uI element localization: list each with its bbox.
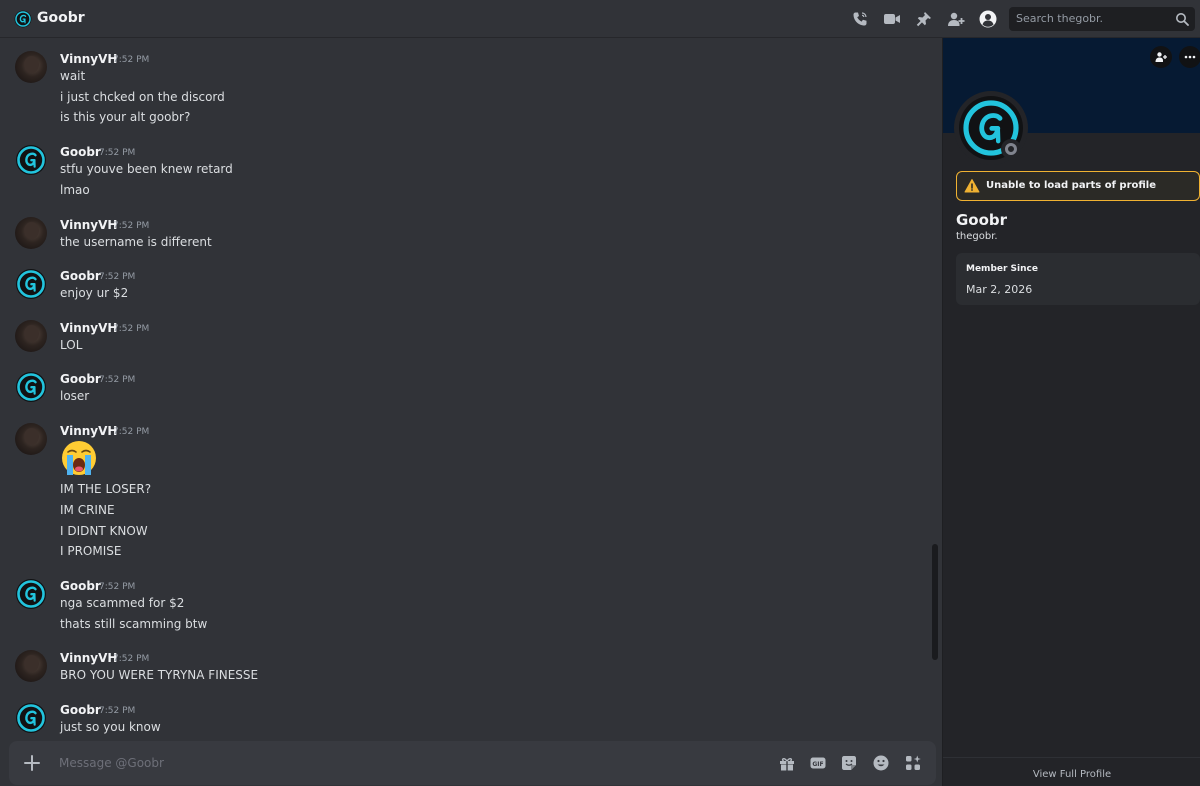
more-options-icon[interactable] [1179,46,1200,68]
warning-text: Unable to load parts of profile [986,180,1156,191]
message-timestamp: 7:52 PM [99,375,136,385]
message-text: stfu youve been knew retard [60,162,233,176]
message-timestamp: 7:52 PM [99,582,136,592]
loudly-crying-face-icon[interactable] [59,438,99,478]
message-text: just so you know [60,720,161,734]
message-author[interactable]: Goobr [60,372,101,386]
message-author[interactable]: Goobr [60,703,101,717]
voice-call-icon[interactable] [850,9,870,29]
message-text: i just chcked on the discord [60,90,225,104]
message-text: loser [60,389,90,403]
message-timestamp: 7:52 PM [113,221,150,231]
gif-icon[interactable]: GIF [809,754,827,772]
message-author[interactable]: VinnyVH [60,52,117,66]
message-author[interactable]: VinnyVH [60,424,117,438]
message-text: wait [60,69,86,83]
status-offline-icon [1001,139,1021,159]
message-text: thats still scamming btw [60,617,208,631]
sticker-icon[interactable] [840,754,858,772]
video-call-icon[interactable] [882,9,902,29]
avatar[interactable] [15,650,47,682]
search-placeholder: Search thegobr. [1016,12,1104,25]
warning-banner: Unable to load parts of profile [956,171,1200,201]
message-timestamp: 7:52 PM [99,272,136,282]
avatar[interactable] [15,578,47,610]
warning-icon [964,179,980,193]
avatar[interactable] [15,320,47,352]
member-since-label: Member Since [966,264,1038,274]
message-composer[interactable]: Message @Goobr GIF [9,741,936,785]
emoji-icon[interactable] [872,754,890,772]
apps-icon[interactable] [904,754,922,772]
message-author[interactable]: VinnyVH [60,651,117,665]
message-timestamp: 7:52 PM [113,55,150,65]
message-text: I PROMISE [60,544,122,558]
message-timestamp: 7:52 PM [113,427,150,437]
avatar[interactable] [15,51,47,83]
channel-header: Goobr Search thegobr. [0,0,1200,38]
user-profile-icon[interactable] [978,9,998,29]
member-since-card: Member Since Mar 2, 2026 [956,253,1200,305]
avatar[interactable] [15,268,47,300]
message-timestamp: 7:52 PM [99,706,136,716]
avatar[interactable] [15,217,47,249]
svg-text:GIF: GIF [812,761,823,768]
search-icon [1176,13,1189,26]
message-author[interactable]: Goobr [60,145,101,159]
pin-icon[interactable] [914,9,934,29]
message-text: LOL [60,338,83,352]
message-list: VinnyVH 7:52 PM wait i just chcked on th… [0,38,942,738]
scrollbar-thumb[interactable] [932,544,938,660]
message-author[interactable]: Goobr [60,579,101,593]
message-timestamp: 7:52 PM [113,324,150,334]
message-input[interactable]: Message @Goobr [59,756,164,770]
message-text: IM THE LOSER? [60,482,152,496]
message-text: IM CRINE [60,503,115,517]
message-text: BRO YOU WERE TYRYNA FINESSE [60,668,259,682]
avatar[interactable] [15,702,47,734]
profile-panel: Unable to load parts of profile Goobr th… [942,38,1200,786]
avatar[interactable] [15,423,47,455]
message-text: lmao [60,183,90,197]
member-since-date: Mar 2, 2026 [966,283,1033,296]
message-text: the username is different [60,235,212,249]
plus-icon[interactable] [22,753,42,773]
gift-icon[interactable] [778,754,796,772]
add-friends-icon[interactable] [946,9,966,29]
profile-display-name: Goobr [956,211,1008,229]
message-timestamp: 7:52 PM [113,654,150,664]
message-author[interactable]: Goobr [60,269,101,283]
message-text: I DIDNT KNOW [60,524,148,538]
dm-title: Goobr [37,10,85,26]
message-text: nga scammed for $2 [60,596,185,610]
view-full-profile-link[interactable]: View Full Profile [1033,769,1111,780]
message-author[interactable]: VinnyVH [60,321,117,335]
dm-avatar-icon[interactable] [14,10,32,28]
profile-footer: View Full Profile [943,757,1200,786]
message-text: enjoy ur $2 [60,286,129,300]
avatar[interactable] [15,371,47,403]
search-bar[interactable]: Search thegobr. [1009,7,1195,31]
message-text: is this your alt goobr? [60,110,191,124]
message-timestamp: 7:52 PM [99,148,136,158]
add-friend-icon[interactable] [1150,46,1172,68]
profile-username[interactable]: thegobr. [956,231,998,242]
message-author[interactable]: VinnyVH [60,218,117,232]
avatar[interactable] [15,144,47,176]
